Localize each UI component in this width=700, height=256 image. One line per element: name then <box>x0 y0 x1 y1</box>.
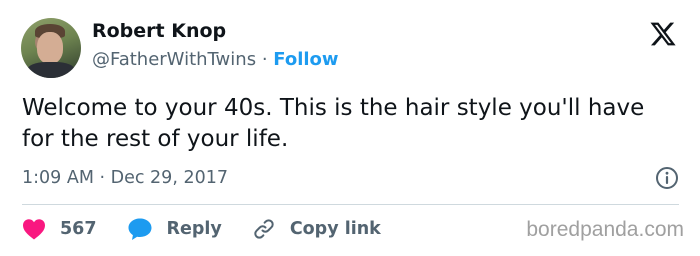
action-bar: 567 Reply Copy link <box>22 214 411 244</box>
like-count: 567 <box>60 219 97 239</box>
copy-link-button[interactable]: Copy link <box>252 217 381 241</box>
info-icon[interactable] <box>655 166 679 190</box>
handle-separator: · <box>261 49 268 70</box>
reply-label: Reply <box>166 219 222 239</box>
divider <box>22 204 679 205</box>
author-handle[interactable]: @FatherWithTwins <box>92 49 256 70</box>
watermark: boredpanda.com <box>526 218 684 241</box>
link-icon <box>254 219 274 239</box>
tweet-timestamp[interactable]: 1:09 AM · Dec 29, 2017 <box>22 168 228 188</box>
avatar[interactable] <box>21 18 81 78</box>
avatar-shirt <box>27 62 75 78</box>
heart-icon <box>23 219 45 240</box>
reply-button[interactable]: Reply <box>127 217 222 241</box>
follow-button[interactable]: Follow <box>273 49 338 70</box>
copy-link-label: Copy link <box>289 219 381 239</box>
avatar-face <box>37 32 63 64</box>
author-name[interactable]: Robert Knop <box>92 20 226 42</box>
author-handle-row: @FatherWithTwins · Follow <box>92 49 339 70</box>
speech-bubble-icon <box>128 218 152 240</box>
like-button[interactable]: 567 <box>22 218 97 240</box>
tweet-text: Welcome to your 40s. This is the hair st… <box>22 95 645 152</box>
x-logo-icon[interactable] <box>648 20 678 48</box>
